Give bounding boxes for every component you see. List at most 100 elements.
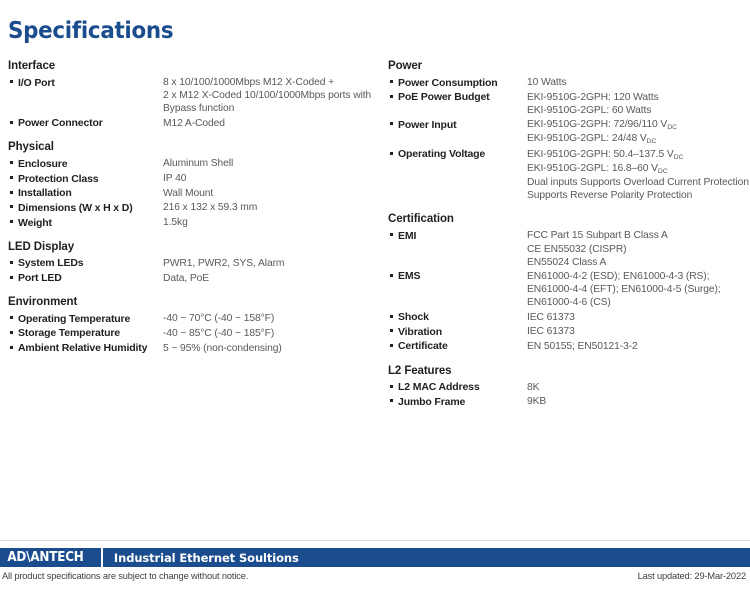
section-heading: Physical — [8, 141, 54, 154]
spec-label: L2 MAC Address — [398, 381, 480, 394]
footer-disclaimer: All product specifications are subject t… — [2, 571, 249, 581]
spec-value: -40 ~ 85°C (-40 ~ 185°F) — [163, 327, 380, 340]
spec-section-led-display: LED Display System LEDs PWR1, PWR2, SYS, A… — [8, 241, 380, 285]
spec-section-physical: Physical Enclosure Aluminum Shell Protectio… — [8, 141, 380, 230]
spec-value-line: FCC Part 15 Subpart B Class A — [527, 230, 668, 242]
footer-tagline: Industrial Ethernet Soultions — [113, 550, 299, 565]
spec-value: 10 Watts — [527, 76, 746, 89]
bullet-icon — [8, 172, 18, 180]
spec-label: Certificate — [398, 340, 448, 353]
bullet-icon — [388, 91, 398, 98]
spec-value: IP 40 — [163, 172, 380, 185]
section-heading: Environment — [8, 296, 78, 309]
bullet-icon — [388, 311, 398, 318]
spec-value-line: EN61000-4-4 (EFT); EN61000-4-5 (Surge); — [527, 284, 721, 296]
spec-row: EMI FCC Part 15 Subpart B Class A CE EN550… — [388, 229, 746, 269]
spec-value: PWR1, PWR2, SYS, Alarm — [163, 257, 380, 270]
spec-value-line: EKI-9510G-2GPH: 72/96/110 VDC — [527, 119, 678, 132]
bullet-icon — [8, 187, 18, 194]
spec-label: Shock — [398, 311, 429, 324]
spec-value-line: EKI-9510G-2GPL: 60 Watts — [527, 104, 652, 116]
advantech-logo: AD\ANTECH — [7, 550, 84, 565]
bullet-icon — [8, 201, 18, 209]
spec-label: Operating Temperature — [18, 312, 131, 325]
spec-value-line: Data, PoE — [163, 272, 210, 284]
bullet-icon — [388, 395, 398, 403]
spec-value-line: 216 x 132 x 59.3 mm — [163, 202, 258, 214]
brand-divider — [100, 548, 103, 567]
spec-value-line: CE EN55032 (CISPR) — [527, 243, 627, 255]
footer-last-updated: Last updated: 29-Mar-2022 — [637, 571, 747, 581]
bullet-icon — [8, 272, 18, 279]
spec-value: Data, PoE — [163, 272, 380, 285]
spec-label: Protection Class — [18, 172, 99, 185]
spec-value: Aluminum Shell — [163, 157, 380, 170]
spec-value-line: -40 ~ 85°C (-40 ~ 185°F) — [163, 327, 275, 339]
spec-row: I/O Port 8 x 10/100/1000Mbps M12 X-Coded … — [8, 76, 380, 116]
bullet-icon — [8, 327, 18, 334]
spec-value-line: M12 A-Coded — [163, 117, 225, 129]
spec-row: Protection Class IP 40 — [8, 172, 380, 186]
spec-row: Power Input EKI-9510G-2GPH: 72/96/110 VDC… — [388, 118, 746, 146]
spec-value-line: EKI-9510G-2GPH: 50.4–137.5 VDC — [527, 148, 684, 161]
bullet-icon — [8, 157, 18, 165]
spec-value: M12 A-Coded — [163, 117, 380, 130]
bullet-icon — [388, 381, 398, 388]
spec-value-line: EN55024 Class A — [527, 256, 607, 268]
spec-value-line: EN 50155; EN50121-3-2 — [527, 340, 638, 352]
spec-value: 5 ~ 95% (non-condensing) — [163, 342, 380, 355]
spec-label: Port LED — [18, 272, 62, 285]
spec-value: FCC Part 15 Subpart B Class A CE EN55032 … — [527, 229, 746, 269]
spec-label: Enclosure — [18, 157, 68, 170]
section-heading: Power — [388, 60, 423, 72]
spec-row: Operating Temperature -40 ~ 70°C (-40 ~ 1… — [8, 312, 380, 326]
bullet-icon — [8, 117, 18, 124]
spec-value: IEC 61373 — [527, 311, 746, 324]
spec-row: PoE Power Budget EKI-9510G-2GPH: 120 Watt… — [388, 91, 746, 117]
section-heading: Interface — [8, 60, 56, 72]
spec-value-line: EN61000-4-2 (ESD); EN61000-4-3 (RS); — [527, 270, 710, 282]
spec-label: Ambient Relative Humidity — [18, 342, 148, 355]
bullet-icon — [388, 325, 398, 333]
spec-value-line: Wall Mount — [163, 187, 214, 199]
spec-value-line: EKI-9510G-2GPL: 24/48 VDC — [527, 133, 657, 146]
spec-row: Port LED Data, PoE — [8, 272, 380, 286]
page-title: Specifications — [8, 18, 174, 44]
bullet-icon — [388, 270, 398, 277]
spec-value: 8K — [527, 381, 746, 394]
spec-row: L2 MAC Address 8K — [388, 381, 746, 395]
spec-row: EMS EN61000-4-2 (ESD); EN61000-4-3 (RS); E… — [388, 270, 746, 310]
spec-value-line: EN61000-4-6 (CS) — [527, 297, 611, 309]
spec-value-line: Aluminum Shell — [163, 158, 234, 170]
spec-row: Installation Wall Mount — [8, 187, 380, 201]
spec-value: EN 50155; EN50121-3-2 — [527, 340, 746, 353]
spec-value: EKI-9510G-2GPH: 72/96/110 VDC EKI-9510G-2… — [527, 118, 746, 146]
spec-section-environment: Environment Operating Temperature -40 ~ 70… — [8, 296, 380, 355]
spec-value: -40 ~ 70°C (-40 ~ 158°F) — [163, 312, 380, 325]
bullet-icon — [8, 76, 18, 83]
spec-value: IEC 61373 — [527, 325, 746, 338]
spec-value-line: Supports Reverse Polarity Protection — [527, 190, 693, 202]
bullet-icon — [388, 148, 398, 155]
spec-value-line: 2 x M12 X-Coded 10/100/1000Mbps ports wi… — [163, 90, 372, 102]
spec-label: Power Consumption — [398, 76, 498, 89]
section-heading: LED Display — [8, 240, 75, 253]
spec-value: Wall Mount — [163, 187, 380, 200]
spec-value-line: Dual inputs Supports Overload Current Pr… — [527, 176, 749, 188]
spec-row: System LEDs PWR1, PWR2, SYS, Alarm — [8, 257, 380, 271]
spec-value-line: IEC 61373 — [527, 326, 575, 338]
spec-row: Storage Temperature -40 ~ 85°C (-40 ~ 185… — [8, 327, 380, 341]
spec-row: Jumbo Frame 9KB — [388, 395, 746, 409]
spec-section-l2-features: L2 Features L2 MAC Address 8K Jumbo Frame 9K… — [388, 365, 746, 409]
spec-label: PoE Power Budget — [398, 91, 490, 104]
spec-row: Weight 1.5kg — [8, 216, 380, 230]
spec-value-line: 5 ~ 95% (non-condensing) — [163, 342, 282, 354]
spec-label: Dimensions (W x H x D) — [18, 201, 133, 214]
spec-section-certification: Certification EMI FCC Part 15 Subpart B Cl… — [388, 213, 746, 353]
spec-label: Operating Voltage — [398, 148, 486, 161]
spec-row: Ambient Relative Humidity 5 ~ 95% (non-co… — [8, 342, 380, 356]
spec-row: Certificate EN 50155; EN50121-3-2 — [388, 340, 746, 354]
bullet-icon — [8, 342, 18, 349]
section-heading: L2 Features — [388, 364, 452, 377]
spec-value-line: EKI-9510G-2GPL: 16.8–60 VDC — [527, 162, 668, 175]
